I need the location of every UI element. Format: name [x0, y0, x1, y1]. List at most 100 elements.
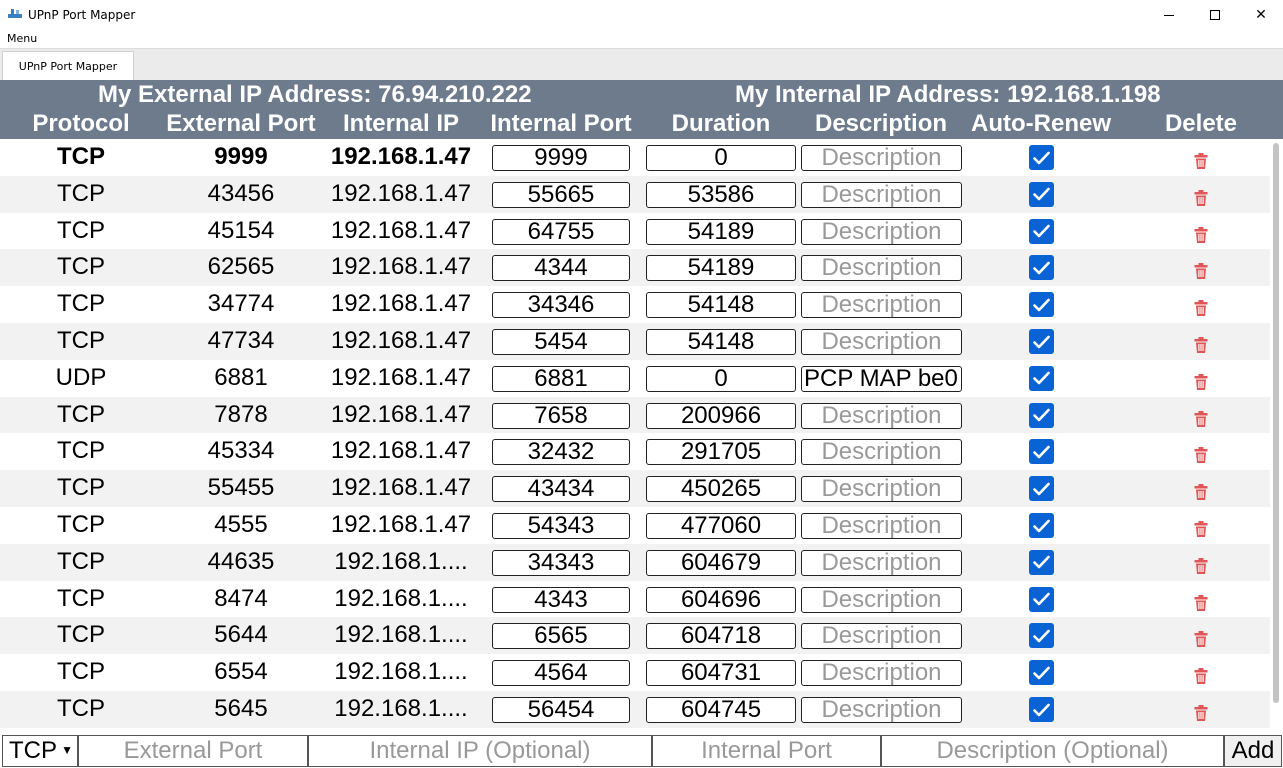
delete-button[interactable]: [1192, 407, 1210, 427]
delete-button[interactable]: [1192, 554, 1210, 574]
internal-port-field[interactable]: 64755: [492, 218, 630, 245]
internal-port-field[interactable]: 55665: [492, 181, 630, 208]
auto-renew-checkbox[interactable]: [1029, 476, 1054, 502]
internal-port-field[interactable]: 34346: [492, 292, 630, 319]
duration-field[interactable]: 0: [646, 145, 796, 171]
description-field[interactable]: PCP MAP be0: [801, 365, 962, 392]
internal-port-field[interactable]: 4344: [492, 255, 630, 282]
internal-port-field[interactable]: 56454: [492, 697, 630, 723]
description-field[interactable]: Description: [801, 476, 962, 503]
auto-renew-checkbox[interactable]: [1029, 218, 1054, 244]
internal-port-field[interactable]: 4564: [492, 660, 630, 687]
minimize-button[interactable]: [1146, 0, 1192, 30]
description-field[interactable]: Description: [801, 145, 962, 171]
protocol-select[interactable]: TCP ▼: [2, 735, 78, 767]
internal-port-field[interactable]: 4343: [492, 586, 630, 613]
delete-button[interactable]: [1192, 701, 1210, 721]
tab-upnp-port-mapper[interactable]: UPnP Port Mapper: [2, 51, 134, 81]
description-field[interactable]: Description: [801, 329, 962, 355]
description-field[interactable]: Description: [801, 402, 962, 429]
auto-renew-checkbox[interactable]: [1029, 549, 1054, 575]
description-field[interactable]: Description: [801, 549, 962, 576]
description-field[interactable]: Description: [801, 439, 962, 466]
internal-ip-input[interactable]: Internal IP (Optional): [308, 735, 652, 767]
internal-port-input[interactable]: Internal Port: [652, 735, 881, 767]
scrollbar-thumb[interactable]: [1273, 143, 1279, 703]
maximize-button[interactable]: [1192, 0, 1238, 30]
auto-renew-checkbox[interactable]: [1029, 697, 1054, 722]
delete-button[interactable]: [1192, 591, 1210, 611]
delete-button[interactable]: [1192, 186, 1210, 206]
duration-field[interactable]: 291705: [646, 439, 796, 466]
auto-renew-checkbox[interactable]: [1029, 660, 1054, 686]
auto-renew-checkbox[interactable]: [1029, 402, 1054, 428]
duration-field[interactable]: 450265: [646, 476, 796, 503]
delete-button[interactable]: [1192, 627, 1210, 648]
duration-field[interactable]: 54148: [646, 329, 796, 355]
description-field[interactable]: Description: [801, 586, 962, 613]
external-port-input[interactable]: External Port: [78, 735, 308, 767]
duration-field[interactable]: 604731: [646, 660, 796, 687]
delete-button[interactable]: [1192, 149, 1210, 169]
delete-button[interactable]: [1192, 333, 1210, 353]
auto-renew-checkbox[interactable]: [1029, 439, 1054, 465]
vertical-scrollbar[interactable]: [1270, 139, 1283, 733]
table-row: TCP 5644 192.168.1.... 6565 604718 Descriptio…: [0, 617, 1270, 655]
internal-port-field[interactable]: 7658: [492, 402, 630, 429]
delete-button[interactable]: [1192, 517, 1210, 537]
internal-port-field[interactable]: 5454: [492, 329, 630, 355]
description-field[interactable]: Description: [801, 181, 962, 208]
add-button[interactable]: Add: [1224, 735, 1282, 767]
duration-field[interactable]: 200966: [646, 402, 796, 429]
auto-renew-checkbox[interactable]: [1029, 181, 1054, 207]
duration-field[interactable]: 604679: [646, 549, 796, 576]
description-field[interactable]: Description: [801, 623, 962, 650]
internal-port-field[interactable]: 6881: [492, 365, 630, 392]
delete-button[interactable]: [1192, 259, 1210, 280]
duration-field[interactable]: 54189: [646, 255, 796, 282]
description-field[interactable]: Description: [801, 697, 962, 723]
duration-field[interactable]: 604696: [646, 586, 796, 613]
delete-button[interactable]: [1192, 223, 1210, 243]
internal-port-field[interactable]: 54343: [492, 513, 630, 539]
delete-button[interactable]: [1192, 296, 1210, 317]
description-input[interactable]: Description (Optional): [881, 735, 1224, 767]
trash-icon: [1194, 300, 1208, 317]
auto-renew-checkbox[interactable]: [1029, 255, 1054, 281]
auto-renew-checkbox[interactable]: [1029, 365, 1054, 391]
duration-field[interactable]: 477060: [646, 513, 796, 539]
delete-button[interactable]: [1192, 480, 1210, 501]
delete-button[interactable]: [1192, 443, 1210, 464]
internal-port-field[interactable]: 43434: [492, 476, 630, 503]
checkmark-icon: [1033, 519, 1050, 532]
menu-item[interactable]: Menu: [7, 32, 37, 45]
description-field[interactable]: Description: [801, 292, 962, 319]
internal-port-field[interactable]: 32432: [492, 439, 630, 466]
auto-renew-checkbox[interactable]: [1029, 513, 1054, 538]
auto-renew-checkbox[interactable]: [1029, 623, 1054, 649]
auto-renew-checkbox[interactable]: [1029, 329, 1054, 354]
internal-port-field[interactable]: 9999: [492, 145, 630, 171]
description-field[interactable]: Description: [801, 660, 962, 687]
description-field[interactable]: Description: [801, 513, 962, 539]
internal-port-field[interactable]: 34343: [492, 549, 630, 576]
duration-field[interactable]: 0: [646, 365, 796, 392]
minimize-icon: [1164, 14, 1174, 16]
delete-button[interactable]: [1192, 370, 1210, 390]
internal-port-field[interactable]: 6565: [492, 623, 630, 650]
description-field[interactable]: Description: [801, 255, 962, 282]
auto-renew-checkbox[interactable]: [1029, 586, 1054, 612]
duration-field[interactable]: 54189: [646, 218, 796, 245]
internal-ip-cell: 192.168.1.47: [330, 179, 472, 207]
auto-renew-checkbox[interactable]: [1029, 145, 1054, 170]
close-button[interactable]: ✕: [1238, 0, 1283, 30]
duration-field[interactable]: 54148: [646, 292, 796, 319]
checkmark-icon: [1033, 261, 1050, 275]
delete-button[interactable]: [1192, 664, 1210, 685]
auto-renew-checkbox[interactable]: [1029, 292, 1054, 318]
description-field[interactable]: Description: [801, 218, 962, 245]
internal-ip-cell: 192.168.1.47: [330, 511, 472, 538]
duration-field[interactable]: 604745: [646, 697, 796, 723]
duration-field[interactable]: 53586: [646, 181, 796, 208]
duration-field[interactable]: 604718: [646, 623, 796, 650]
